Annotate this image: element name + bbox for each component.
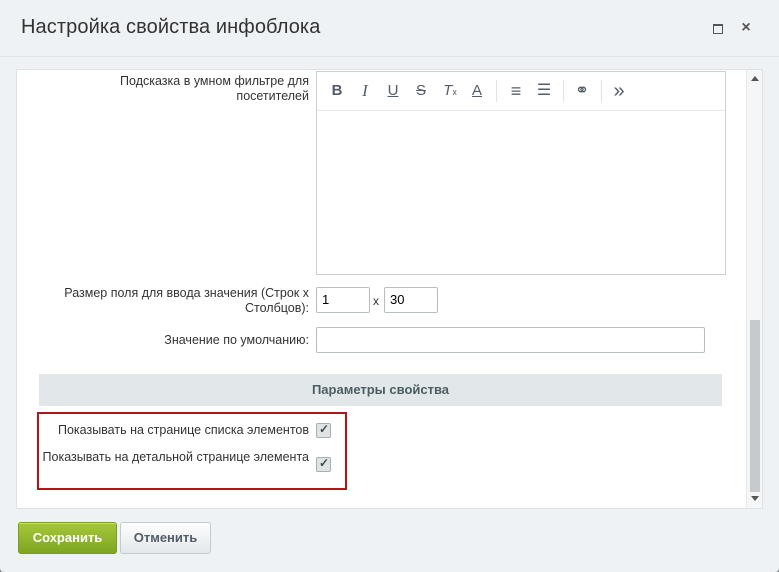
dialog-titlebar[interactable]: Настройка свойства инфоблока ×: [0, 0, 779, 57]
more-icon[interactable]: »: [609, 81, 629, 101]
ordered-list-icon[interactable]: ≡: [505, 82, 527, 100]
save-button[interactable]: Сохранить: [18, 522, 117, 554]
font-color-icon[interactable]: A: [467, 82, 487, 100]
rows-input[interactable]: 1: [316, 287, 370, 313]
strikethrough-icon[interactable]: S: [411, 82, 431, 100]
default-value-label: Значение по умолчанию:: [164, 333, 309, 347]
section-header: Параметры свойства: [39, 374, 722, 406]
property-settings-dialog: Настройка свойства инфоблока × Подсказка…: [0, 0, 779, 572]
scroll-up-icon[interactable]: [751, 76, 759, 81]
default-value-input[interactable]: [316, 327, 705, 353]
show-in-list-label: Показывать на странице списка элементов: [57, 423, 309, 437]
scrollbar[interactable]: [746, 70, 762, 508]
scroll-down-icon[interactable]: [751, 496, 759, 501]
italic-icon[interactable]: I: [355, 82, 375, 100]
editor-text-area[interactable]: [317, 111, 725, 274]
show-in-list-checkbox[interactable]: [316, 422, 331, 438]
link-icon[interactable]: ⚭: [571, 82, 593, 100]
dialog-title: Настройка свойства инфоблока: [21, 16, 321, 38]
hint-editor[interactable]: B I U S Tx A ≡ ☰ ⚭ »: [316, 71, 726, 275]
remove-format-icon[interactable]: Tx: [439, 82, 461, 100]
cols-input[interactable]: 30: [384, 287, 438, 313]
toolbar-separator: [563, 80, 564, 102]
size-separator: x: [373, 294, 379, 308]
scrollbar-thumb[interactable]: [750, 320, 760, 492]
hint-label: Подсказка в умном фильтре для посетителе…: [120, 74, 309, 103]
show-in-detail-checkbox[interactable]: [316, 456, 331, 472]
underline-icon[interactable]: U: [383, 82, 403, 100]
size-label: Размер поля для ввода значения (Строк х …: [64, 286, 309, 315]
maximize-icon[interactable]: [710, 20, 726, 36]
bold-icon[interactable]: B: [327, 82, 347, 100]
cancel-button[interactable]: Отменить: [120, 522, 211, 554]
toolbar-separator: [601, 80, 602, 102]
show-in-detail-label: Показывать на детальной странице элемент…: [42, 450, 309, 464]
close-icon[interactable]: ×: [738, 20, 754, 36]
dialog-content: Подсказка в умном фильтре для посетителе…: [16, 69, 763, 509]
toolbar-separator: [496, 80, 497, 102]
editor-toolbar: B I U S Tx A ≡ ☰ ⚭ »: [317, 72, 725, 111]
unordered-list-icon[interactable]: ☰: [533, 82, 555, 100]
